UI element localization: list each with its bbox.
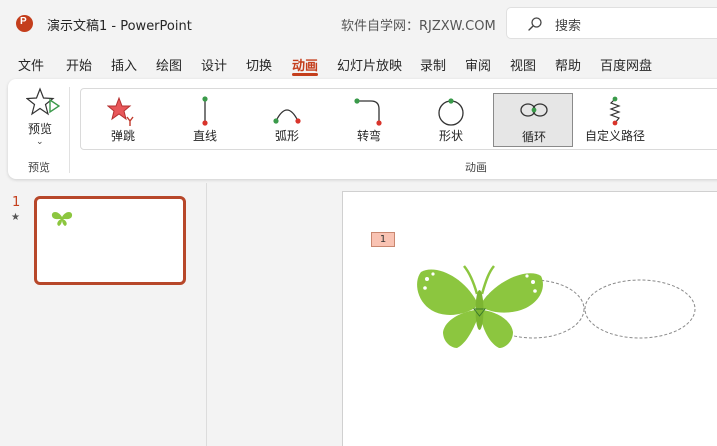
bounce-icon [107, 96, 134, 126]
tab-file[interactable]: 文件 [18, 55, 44, 74]
tab-draw[interactable]: 绘图 [156, 55, 182, 74]
animation-label: 形状 [438, 129, 463, 143]
custom-path-icon [609, 96, 621, 126]
site-watermark: 软件自学网：RJZXW.COM [341, 19, 496, 34]
group-divider [69, 87, 70, 173]
slide-artwork [417, 265, 696, 348]
tab-slideshow[interactable]: 幻灯片放映 [337, 55, 402, 74]
powerpoint-logo-icon [16, 15, 33, 32]
animation-line[interactable]: 直线 [165, 93, 245, 147]
slide-thumbnail[interactable] [34, 196, 186, 285]
ribbon-tabs: 文件 开始 插入 绘图 设计 切换 动画 幻灯片放映 录制 审阅 视图 帮助 百… [0, 46, 717, 76]
loop-path-icon [520, 103, 548, 117]
butterfly-thumbnail-icon [51, 212, 73, 226]
tab-transitions[interactable]: 切换 [246, 55, 272, 74]
transition-star-icon: ★ [11, 212, 20, 223]
butterfly-shape[interactable] [417, 265, 543, 348]
search-icon [528, 17, 542, 31]
tab-help[interactable]: 帮助 [555, 55, 581, 74]
animation-label: 转弯 [356, 129, 381, 143]
title-bar: 演示文稿1 - PowerPoint 软件自学网：RJZXW.COM 搜索 [0, 0, 717, 46]
preview-label: 预览 [28, 122, 53, 136]
animation-label: 弹跳 [110, 129, 135, 143]
slide-number: 1 [12, 195, 21, 210]
active-tab-indicator [292, 73, 318, 76]
animation-turn[interactable]: 转弯 [329, 93, 409, 147]
tab-record[interactable]: 录制 [420, 55, 446, 74]
tab-animations[interactable]: 动画 [292, 55, 318, 74]
search-box[interactable]: 搜索 [506, 7, 717, 39]
shape-path-icon [438, 98, 464, 126]
ribbon-panel: 预览 ⌄ 预览 弹跳 直线 弧形 转弯 形状 循环 自定义路径 动画 [8, 79, 717, 179]
animation-custom-path[interactable]: 自定义路径 [575, 93, 655, 147]
chevron-down-icon: ⌄ [36, 137, 44, 147]
tab-home[interactable]: 开始 [66, 55, 92, 74]
tab-insert[interactable]: 插入 [111, 55, 137, 74]
search-label: 搜索 [555, 19, 582, 34]
pane-divider [206, 183, 207, 446]
animation-gallery: 弹跳 直线 弧形 转弯 形状 循环 自定义路径 [80, 88, 717, 150]
arc-path-icon [273, 109, 301, 124]
preview-group-label: 预览 [28, 161, 50, 174]
animation-loop[interactable]: 循环 [493, 93, 573, 147]
document-title: 演示文稿1 - PowerPoint [47, 19, 192, 34]
animation-group-label: 动画 [465, 161, 487, 174]
animation-bounce[interactable]: 弹跳 [83, 93, 163, 147]
animation-label: 直线 [192, 129, 217, 143]
animation-label: 自定义路径 [584, 129, 645, 143]
animation-label: 循环 [521, 130, 546, 144]
animation-arc[interactable]: 弧形 [247, 93, 327, 147]
preview-button[interactable]: 预览 ⌄ [20, 87, 62, 153]
tab-review[interactable]: 审阅 [465, 55, 491, 74]
tab-view[interactable]: 视图 [510, 55, 536, 74]
tab-design[interactable]: 设计 [201, 55, 227, 74]
tab-baidu-netdisk[interactable]: 百度网盘 [600, 55, 652, 74]
animation-label: 弧形 [274, 129, 299, 143]
line-path-icon [202, 96, 208, 126]
slide-canvas[interactable]: 1 [342, 191, 717, 446]
preview-star-icon [26, 87, 60, 116]
turn-path-icon [354, 98, 382, 126]
animation-shape[interactable]: 形状 [411, 93, 491, 147]
